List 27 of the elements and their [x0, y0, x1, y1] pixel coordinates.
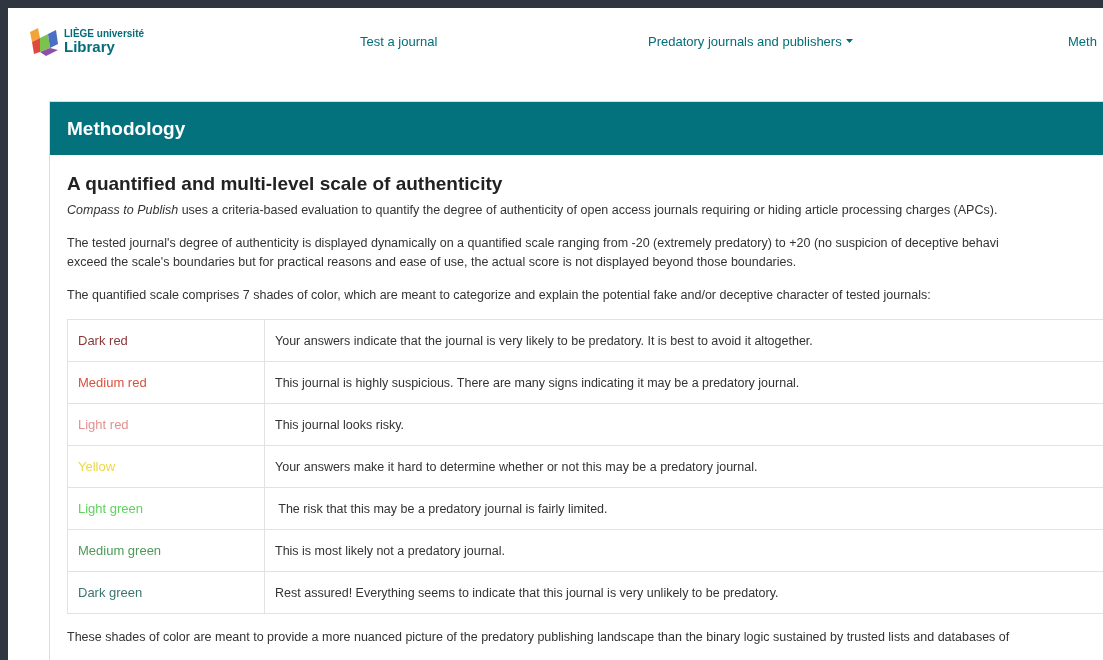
shade-name: Yellow	[68, 446, 265, 487]
caret-icon	[845, 39, 853, 43]
section-heading: A quantified and multi-level scale of authenticity	[67, 173, 504, 195]
shade-meaning: This journal looks risky.	[274, 416, 404, 434]
nav-link[interactable]: Test a journal	[360, 33, 648, 49]
logo-icon	[30, 26, 58, 56]
intro-paragraph: Compass to Publish uses a criteria-based evaluation to quantify the degree of authenticity of open access journals requiring or hiding article processing charges (APCs).	[67, 202, 999, 219]
shade-name: Medium green	[68, 530, 265, 571]
shade-name: Medium red	[68, 362, 265, 403]
shade-meaning: The risk that this may be a predatory journal is fairly limited.	[277, 500, 608, 518]
shade-name: Light red	[68, 404, 265, 445]
nav-link[interactable]: Meth	[1068, 33, 1103, 49]
nav-link[interactable]: Predatory journals and publishers	[648, 33, 1068, 49]
closing-paragraph: These shades of color are meant to provide a more nuanced picture of the predatory publishing landscape than the binary logic sustained by trusted lists and databases of	[67, 629, 1011, 646]
shade-meaning: Your answers indicate that the journal is very likely to be predatory. It is best to avoid it altogether.	[274, 332, 813, 350]
scale-intro-text: The quantified scale comprises 7 shades of color, which are meant to categorize and explain the potential fake and/or deceptive character of tested journals:	[67, 287, 932, 304]
shade-meaning: This is most likely not a predatory journal.	[274, 542, 505, 560]
card-title: Methodology	[67, 117, 186, 140]
logo-university-text: LIÈGE université	[64, 28, 145, 39]
shade-meaning: Rest assured! Everything seems to indicate that this journal is very unlikely to be predatory.	[274, 584, 779, 602]
logo-library-text: Library	[64, 39, 116, 54]
shade-meaning: Your answers make it hard to determine whether or not this may be a predatory journal.	[274, 458, 758, 476]
scale-paragraph: The tested journal's degree of authenticity is displayed dynamically on a quantified scale ranging from -20 (extremely predatory) to +20 (no suspicion of deceptive behavi exceed the scale's boundaries but for practical reasons and ease of use, the actual score is not displayed beyond those boundaries.	[67, 235, 1000, 271]
shade-name: Dark green	[68, 572, 265, 613]
shade-name: Light green	[68, 488, 265, 529]
shade-meaning: This journal is highly suspicious. There are many signs indicating it may be a predatory journal.	[274, 374, 800, 392]
shade-name: Dark red	[68, 320, 265, 361]
